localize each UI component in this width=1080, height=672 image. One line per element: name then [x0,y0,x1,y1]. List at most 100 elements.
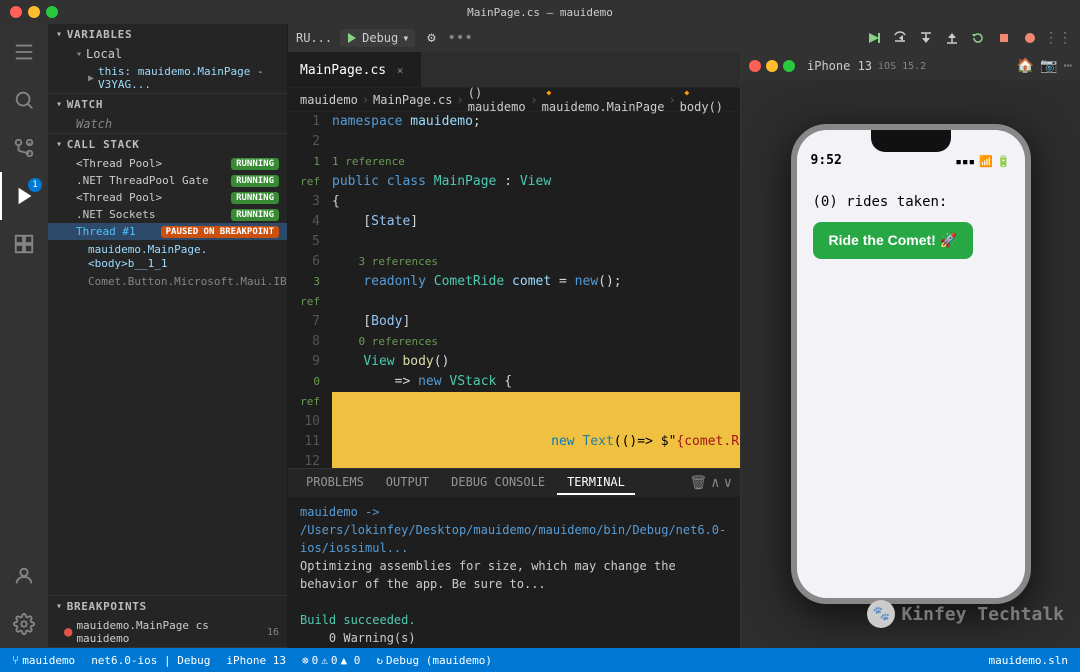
phone-ride-button[interactable]: Ride the Comet! 🚀 [813,222,974,259]
variables-header[interactable]: ▾ VARIABLES [48,24,287,45]
editor-content-area: MainPage.cs × mauidemo › MainPage.cs › (… [288,52,1080,648]
debug-dropdown[interactable]: Debug ▾ [340,29,415,47]
watermark: 🐾 Kinfey Techtalk [867,600,1064,628]
signal-icon: ▪▪▪ [955,155,975,168]
settings-icon[interactable]: ⚙ [419,26,443,50]
editor-area: RU... Debug ▾ ⚙ ••• [288,24,1080,648]
callstack-net-sockets[interactable]: .NET Sockets RUNNING [48,206,287,223]
warning-icon: ⚠ [321,654,328,667]
watch-section: ▾ WATCH Watch [48,94,287,134]
phone-rides-text: (0) rides taken: [813,194,1009,210]
variables-chevron: ▾ [56,29,63,40]
phone-toolbar: iPhone 13 iOS 15.2 🏠 📷 ⋯ [741,52,1080,80]
terminal-line-1: mauidemo -> /Users/lokinfey/Desktop/maui… [300,503,728,557]
trash-icon[interactable]: 🗑 [689,475,707,491]
call-stack-header[interactable]: ▾ CALL STACK [48,134,287,155]
tab-terminal[interactable]: TERMINAL [557,471,635,495]
watch-header[interactable]: ▾ WATCH [48,94,287,115]
phone-minimize-dot[interactable] [766,60,778,72]
call-stack-section: ▾ CALL STACK <Thread Pool> RUNNING .NET … [48,134,287,596]
breadcrumb-method[interactable]: 🔸 body() [680,86,728,114]
code-editor: MainPage.cs × mauidemo › MainPage.cs › (… [288,52,740,648]
phone-status-icons: ▪▪▪ 📶 🔋 [955,155,1010,168]
sidebar-item-accounts[interactable] [0,552,48,600]
maximize-button[interactable] [46,6,58,18]
sidebar-item-extensions[interactable] [0,220,48,268]
stop-button[interactable] [992,26,1016,50]
sidebar-item-settings[interactable] [0,600,48,648]
status-device[interactable]: iPhone 13 [222,654,290,667]
phone-preview-panel: iPhone 13 iOS 15.2 🏠 📷 ⋯ 9:52 [740,52,1080,648]
phone-close-dot[interactable] [749,60,761,72]
terminal-build-success: Build succeeded. [300,611,728,629]
tab-debug-console[interactable]: DEBUG CONSOLE [441,471,555,495]
status-git-action[interactable]: ↻ Debug (mauidemo) [372,654,496,667]
terminal-controls: 🗑 ∧ ∨ [689,475,732,491]
status-errors[interactable]: ⊗ 0 ⚠ 0 ▲ 0 [298,654,364,667]
more-toolbar-icon[interactable]: ⋮⋮ [1044,30,1072,46]
watch-chevron: ▾ [56,99,63,110]
tab-problems[interactable]: PROBLEMS [296,471,374,495]
step-over-button[interactable] [888,26,912,50]
status-bar: ⑂ mauidemo net6.0-ios | Debug iPhone 13 … [0,648,1080,672]
status-file[interactable]: mauidemo.sln [985,654,1072,667]
callstack-thread1[interactable]: Thread #1 PAUSED ON BREAKPOINT [48,223,287,240]
phone-window-controls[interactable] [749,60,795,72]
error-icon: ⊗ [302,654,309,667]
code-text[interactable]: namespace mauidemo; 1 reference public c… [328,112,740,468]
phone-screen: 9:52 ▪▪▪ 📶 🔋 (0) rides taken: [797,130,1025,598]
local-group[interactable]: ▾ Local [48,45,287,63]
watermark-logo-icon: 🐾 [867,600,895,628]
minimize-button[interactable] [28,6,40,18]
breadcrumb-ns[interactable]: () mauidemo [468,86,527,114]
sidebar-item-search[interactable] [0,76,48,124]
tab-output[interactable]: OUTPUT [376,471,439,495]
sidebar-panel: ▾ VARIABLES ▾ Local ▶ this: mauidemo.Mai… [48,24,288,648]
sidebar-item-run-debug[interactable]: 1 [0,172,48,220]
callstack-mainpage-body[interactable]: mauidemo.MainPage.<body>b__1_1 [48,240,287,272]
breakpoints-header[interactable]: ▾ BREAKPOINTS [48,596,287,617]
code-body: 1 2 1 ref 3 4 5 6 3 ref 7 8 9 0 ref [288,112,740,468]
callstack-thread-pool-1[interactable]: <Thread Pool> RUNNING [48,155,287,172]
breakpoints-section: ▾ BREAKPOINTS ● mauidemo.MainPage cs mau… [48,596,287,648]
phone-ios-label: iOS 15.2 [878,61,926,72]
record-button[interactable] [1018,26,1042,50]
callstack-thread-pool-2[interactable]: <Thread Pool> RUNNING [48,189,287,206]
breadcrumb: mauidemo › MainPage.cs › () mauidemo › 🔸… [288,88,740,112]
restart-button[interactable] [966,26,990,50]
callstack-comet-button[interactable]: Comet.Button.Microsoft.Maui.IBu... [48,272,287,290]
phone-toolbar-icons: 🏠 📷 ⋯ [1017,58,1072,74]
activity-bar: 1 [0,24,48,648]
close-button[interactable] [10,6,22,18]
tab-mainpage[interactable]: MainPage.cs × [288,52,421,87]
continue-button[interactable] [862,26,886,50]
sidebar-item-explorer[interactable] [0,28,48,76]
camera-icon[interactable]: 📷 [1040,58,1057,74]
chevron-up-icon[interactable]: ∧ [711,475,719,491]
status-right: mauidemo.sln [985,654,1072,667]
step-out-button[interactable] [940,26,964,50]
run-label: RU... [296,31,332,45]
tab-close-button[interactable]: × [392,62,408,78]
this-item[interactable]: ▶ this: mauidemo.MainPage - V3YAG... [48,63,287,93]
phone-maximize-dot[interactable] [783,60,795,72]
breakpoint-item[interactable]: ● mauidemo.MainPage cs mauidemo 16 [48,617,287,647]
sidebar-item-source-control[interactable] [0,124,48,172]
window-controls[interactable] [10,6,58,18]
play-icon [346,32,358,44]
toolbar-right: ⋮⋮ [862,26,1072,50]
status-target[interactable]: net6.0-ios | Debug [87,654,214,667]
more-icon[interactable]: ••• [447,30,472,46]
breadcrumb-mainpage[interactable]: MainPage.cs [373,93,452,107]
home-icon[interactable]: 🏠 [1017,58,1034,74]
step-into-button[interactable] [914,26,938,50]
callstack-net-gate[interactable]: .NET ThreadPool Gate RUNNING [48,172,287,189]
phone-more-icon[interactable]: ⋯ [1064,58,1072,74]
phone-time: 9:52 [811,153,842,168]
status-running-4: RUNNING [231,209,279,221]
chevron-down-icon[interactable]: ∨ [724,475,732,491]
status-branch[interactable]: ⑂ mauidemo [8,653,79,667]
breadcrumb-mauidemo[interactable]: mauidemo [300,93,358,107]
phone-notch [871,130,951,152]
breadcrumb-class[interactable]: 🔸 mauidemo.MainPage [542,86,665,114]
